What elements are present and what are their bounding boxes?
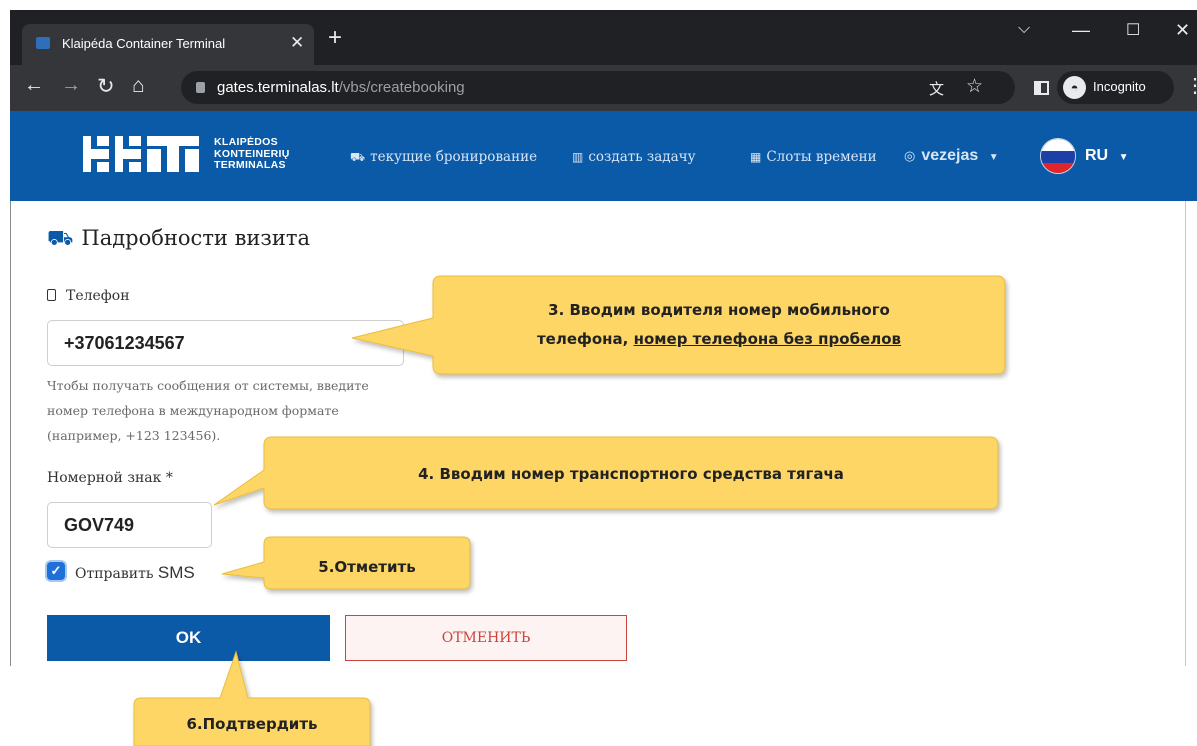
callout-step6-text: 6.Подтвердить [186,715,318,733]
callout-overlay [133,275,1006,746]
callout-step4-text: 4. Вводим номер транспортного средства т… [418,465,844,483]
callout-step5-text: 5.Отметить [318,558,416,576]
callout-step3-text: 3. Вводим водителя номер мобильного теле… [536,301,902,348]
